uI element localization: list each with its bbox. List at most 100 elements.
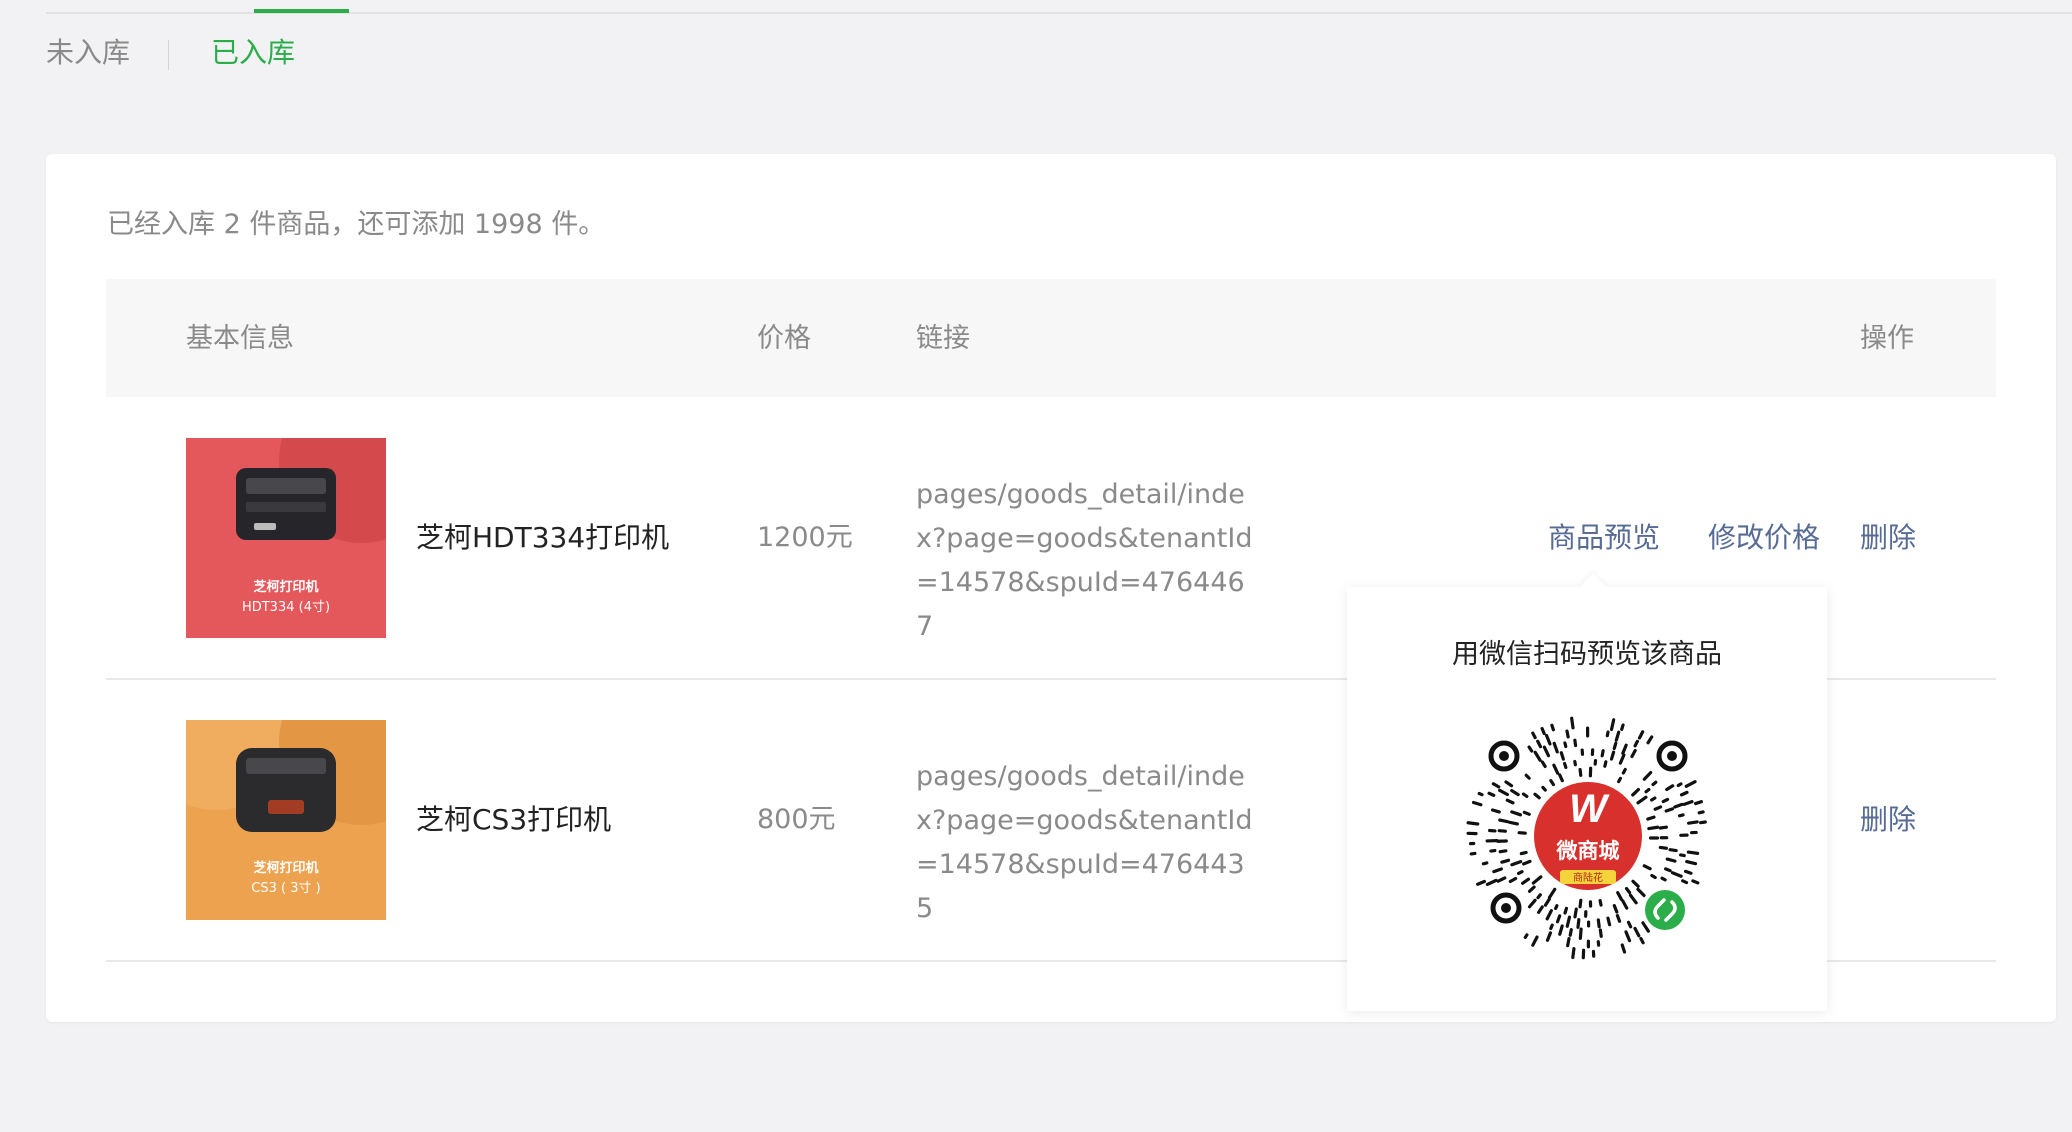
qr-code-ray: [1661, 797, 1670, 804]
qr-code-ray: [1668, 848, 1678, 853]
qr-code-ray: [1496, 876, 1507, 883]
qr-code-ray: [1573, 738, 1578, 748]
qr-code-ray: [1677, 813, 1685, 818]
qr-code-ray: [1665, 784, 1675, 792]
qr-code-ray: [1609, 718, 1616, 732]
qr-code-ray: [1679, 790, 1689, 797]
column-header-actions: 操作: [1860, 323, 1914, 354]
qr-code-ray: [1549, 779, 1555, 787]
qr-code-ray: [1664, 867, 1672, 873]
qr-code-ray: [1522, 810, 1531, 816]
delete-button[interactable]: 删除: [1860, 521, 1916, 555]
qr-code-ray: [1679, 853, 1686, 858]
qr-code-ray: [1639, 936, 1645, 945]
qr-code-ray: [1618, 753, 1626, 765]
qr-code-ray: [1624, 886, 1632, 895]
qr-code-ray: [1566, 937, 1571, 948]
qr-code-ray: [1684, 780, 1697, 788]
qr-code-ray: [1624, 930, 1632, 943]
qr-code-ray: [1498, 788, 1509, 797]
qr-code-ray: [1549, 923, 1554, 931]
qr-logo-text: 微商城: [1556, 839, 1620, 863]
qr-code-ray: [1565, 729, 1570, 739]
product-link: pages/goods_detail/index?page=goods&tena…: [916, 479, 1253, 642]
printer-image: [236, 748, 336, 832]
qr-code-ray: [1617, 776, 1622, 784]
column-header-info: 基本信息: [186, 323, 294, 354]
qr-code-ray: [1533, 792, 1541, 800]
qr-code-ray: [1626, 920, 1633, 929]
qr-code-ray: [1492, 867, 1503, 874]
product-thumbnail: 芝柯打印机 CS3 ( 3寸 ): [186, 720, 386, 920]
qr-code-ray: [1536, 893, 1542, 900]
qr-code-ray: [1550, 723, 1555, 732]
qr-code-ray: [1686, 850, 1700, 855]
qr-code-ray: [1698, 820, 1707, 825]
qr-code-ray: [1644, 787, 1651, 794]
qr-code-ray: [1497, 829, 1507, 833]
qr-code-ray: [1693, 800, 1703, 806]
preview-button[interactable]: 商品预览: [1548, 521, 1660, 555]
mini-program-icon: [1641, 886, 1689, 934]
qr-code-ray: [1490, 808, 1501, 814]
active-tab-indicator: [254, 9, 349, 13]
product-thumbnail: 芝柯打印机 HDT334 (4寸): [186, 438, 386, 638]
column-header-price: 价格: [757, 323, 811, 354]
qr-code-ray: [1524, 773, 1531, 780]
qr-code-ray: [1576, 918, 1581, 929]
qr-code-ray: [1531, 875, 1543, 885]
delete-button[interactable]: 删除: [1860, 803, 1916, 837]
qr-code-ray: [1578, 927, 1583, 940]
thumbnail-caption: 芝柯打印机: [253, 580, 319, 595]
qr-finder-top-right: [1656, 740, 1688, 772]
qr-code-ray: [1504, 780, 1514, 788]
qr-code-ray: [1646, 815, 1656, 821]
thumbnail-model: CS3 ( 3寸 ): [251, 881, 321, 896]
qr-code-ray: [1691, 879, 1700, 885]
qr-code-ray: [1527, 745, 1534, 753]
qr-code-ray: [1489, 848, 1497, 853]
qr-code-ray: [1565, 915, 1572, 928]
qr-code-ray: [1523, 933, 1529, 940]
qr-code-ray: [1620, 723, 1625, 731]
edit-price-button[interactable]: 修改价格: [1708, 521, 1820, 555]
qr-code-ray: [1555, 914, 1562, 924]
qr-code-ray: [1684, 869, 1693, 875]
qr-code-ray: [1616, 891, 1623, 901]
qr-code-ray: [1481, 861, 1489, 866]
thumbnail-caption: 芝柯打印机: [253, 861, 319, 876]
qr-code-ray: [1609, 750, 1616, 761]
qr-code-ray: [1598, 928, 1603, 938]
qr-code-ray: [1681, 879, 1689, 885]
qr-code-ray: [1527, 885, 1536, 893]
thumbnail-model: HDT334 (4寸): [241, 600, 331, 615]
qr-code-ray: [1606, 916, 1612, 927]
qr-code-ray: [1571, 947, 1576, 960]
qr-code-ray: [1536, 739, 1543, 749]
qr-code-ray: [1650, 873, 1657, 880]
qr-code-ray: [1554, 904, 1559, 911]
qr-code-ray: [1676, 782, 1683, 788]
tab-not-stored[interactable]: 未入库: [46, 36, 130, 70]
qr-code-ray: [1621, 743, 1628, 755]
qr-code-ray: [1614, 730, 1621, 742]
qr-code-ray: [1540, 726, 1546, 736]
qr-code-ray: [1612, 741, 1618, 751]
qr-code-ray: [1537, 905, 1544, 914]
qr-code-ray: [1516, 870, 1524, 876]
qr-code-ray: [1544, 733, 1552, 746]
qr-code-ray: [1636, 887, 1646, 898]
qr-finder-top-left: [1488, 740, 1520, 772]
qr-code-ray: [1545, 931, 1553, 942]
qr-code-ray: [1633, 739, 1639, 748]
qr-code-ray: [1673, 802, 1684, 809]
qr-code-ray: [1500, 858, 1511, 864]
tab-stored[interactable]: 已入库: [211, 36, 295, 70]
qr-code-ray: [1477, 791, 1484, 797]
qr-code-ray: [1498, 818, 1510, 824]
qr-code-ray: [1570, 716, 1575, 730]
qr-code-ray: [1552, 763, 1560, 775]
qr-code-ray: [1498, 849, 1508, 854]
qr-code-ray: [1519, 850, 1528, 856]
tab-separator: [168, 40, 169, 70]
